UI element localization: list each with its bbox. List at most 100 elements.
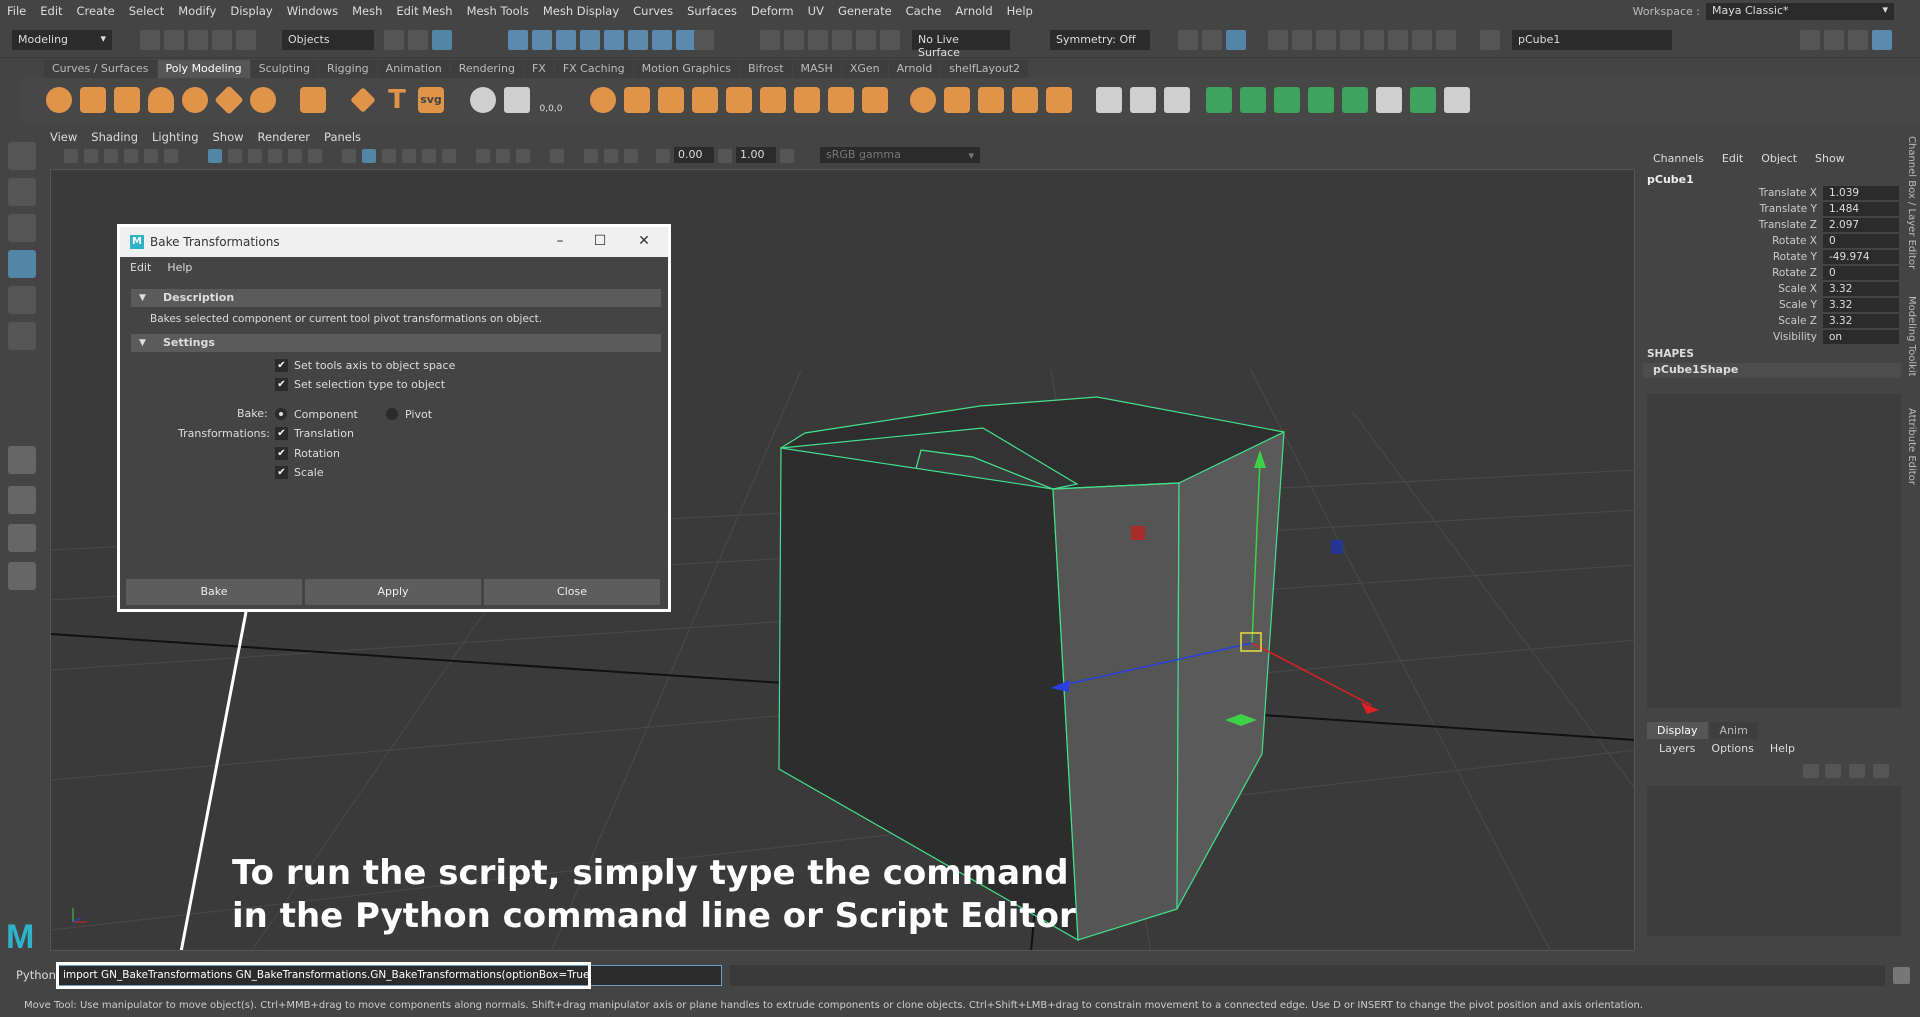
shelf-tab-arnold[interactable]: Arnold — [888, 60, 941, 78]
fill-hole-icon[interactable] — [1012, 87, 1038, 113]
description-frame-header[interactable]: Description — [131, 289, 661, 307]
text-icon[interactable]: T — [384, 87, 410, 113]
new-layer-from-selection-icon[interactable] — [1873, 764, 1889, 778]
shelf-tab-mash[interactable]: MASH — [792, 60, 841, 78]
render-view-icon[interactable] — [1268, 30, 1288, 50]
attr-name[interactable]: Rotate X — [1772, 235, 1817, 247]
xray-components-icon[interactable] — [624, 149, 638, 163]
bevel-icon[interactable] — [944, 87, 970, 113]
mirror-icon[interactable] — [504, 87, 530, 113]
attr-name[interactable]: Scale Z — [1778, 315, 1817, 327]
output-ops-icon[interactable] — [1202, 30, 1222, 50]
xray-joints-icon[interactable] — [604, 149, 618, 163]
image-plane-icon[interactable] — [124, 149, 138, 163]
two-d-pan-icon[interactable] — [144, 149, 158, 163]
side-tab-channel-box[interactable]: Channel Box / Layer Editor — [1906, 136, 1917, 269]
shelf-tab-motion-graphics[interactable]: Motion Graphics — [633, 60, 739, 78]
shelf-tab-fx-caching[interactable]: FX Caching — [554, 60, 633, 78]
retopo-icon[interactable] — [828, 87, 854, 113]
insert-edge-loop-icon[interactable] — [1130, 87, 1156, 113]
spherical-uv-icon[interactable] — [1274, 87, 1300, 113]
select-by-handle-icon[interactable] — [508, 30, 528, 50]
gate-mask-icon[interactable] — [268, 149, 282, 163]
select-hierarchy-icon[interactable] — [384, 30, 404, 50]
channel-box-icon[interactable] — [1872, 30, 1892, 50]
select-by-misc-icon[interactable] — [676, 30, 696, 50]
select-by-render-icon[interactable] — [652, 30, 672, 50]
menu-arnold[interactable]: Arnold — [948, 4, 999, 18]
poly-cylinder-icon[interactable] — [114, 87, 140, 113]
select-by-deformation-icon[interactable] — [604, 30, 624, 50]
color-space-dropdown[interactable]: sRGB gamma — [820, 147, 980, 163]
shelf-tab-shelflayout2[interactable]: shelfLayout2 — [941, 60, 1029, 78]
command-input-text[interactable]: import GN_BakeTransformations GN_BakeTra… — [56, 962, 591, 989]
wireframe-icon[interactable] — [342, 149, 356, 163]
tool-settings-icon[interactable] — [1848, 30, 1868, 50]
menu-mesh[interactable]: Mesh — [345, 4, 389, 18]
uv-editor-icon[interactable] — [1410, 87, 1436, 113]
rotate-tool-icon[interactable] — [8, 286, 36, 314]
bake-component-radio[interactable] — [275, 408, 287, 420]
lock-icon[interactable] — [694, 30, 714, 50]
multi-cut-icon[interactable] — [1096, 87, 1122, 113]
close-icon[interactable]: ✕ — [634, 231, 654, 251]
poly-sphere-icon[interactable] — [46, 87, 72, 113]
viewport-menu-panels[interactable]: Panels — [324, 130, 361, 148]
command-language-label[interactable]: Python — [16, 968, 56, 982]
persp-outliner-layout-icon[interactable] — [8, 524, 36, 552]
cb-menu-channels[interactable]: Channels — [1653, 152, 1704, 165]
boolean-icon[interactable] — [692, 87, 718, 113]
object-name-field[interactable]: pCube1 — [1512, 30, 1672, 50]
le-menu-options[interactable]: Options — [1711, 742, 1753, 755]
attr-value[interactable]: 1.484 — [1823, 202, 1899, 216]
extrude-icon[interactable] — [910, 87, 936, 113]
menu-mesh-display[interactable]: Mesh Display — [536, 4, 626, 18]
scale-checkbox[interactable]: ✔ — [275, 466, 288, 479]
shelf-tab-xgen[interactable]: XGen — [841, 60, 888, 78]
menu-uv[interactable]: UV — [801, 4, 831, 18]
ipr-render-icon[interactable] — [1316, 30, 1336, 50]
offset-edge-loop-icon[interactable] — [1164, 87, 1190, 113]
uv-toolkit-icon[interactable] — [1444, 87, 1470, 113]
attr-name[interactable]: Rotate Z — [1772, 267, 1817, 279]
safe-action-icon[interactable] — [308, 149, 322, 163]
sidebar-toggle-icon[interactable] — [1480, 30, 1500, 50]
attr-name[interactable]: Scale Y — [1779, 299, 1817, 311]
menu-deform[interactable]: Deform — [744, 4, 801, 18]
screen-space-ao-icon[interactable] — [476, 149, 490, 163]
translation-checkbox[interactable]: ✔ — [275, 427, 288, 440]
snap-projected-icon[interactable] — [832, 30, 852, 50]
workspace-dropdown[interactable]: Maya Classic* — [1706, 3, 1894, 20]
super-shape-icon[interactable] — [350, 87, 376, 113]
make-live-icon[interactable] — [880, 30, 900, 50]
bookmark-icon[interactable] — [104, 149, 118, 163]
automatic-uv-icon[interactable] — [1308, 87, 1334, 113]
merge-icon[interactable] — [1046, 87, 1072, 113]
minimize-icon[interactable]: – — [550, 231, 570, 251]
single-perspective-layout-icon[interactable] — [8, 446, 36, 474]
shelf-tab-animation[interactable]: Animation — [377, 60, 450, 78]
field-chart-icon[interactable] — [288, 149, 302, 163]
camera-select-icon[interactable] — [64, 149, 78, 163]
rotation-checkbox[interactable]: ✔ — [275, 447, 288, 460]
attr-name[interactable]: Visibility — [1773, 331, 1817, 343]
channel-box-object-name[interactable]: pCube1 — [1647, 173, 1694, 186]
resolution-gate-icon[interactable] — [248, 149, 262, 163]
sweep-mesh-icon[interactable] — [470, 87, 496, 113]
arnold-render-icon[interactable] — [1388, 30, 1408, 50]
attr-name[interactable]: Translate Z — [1759, 219, 1817, 231]
bridge-icon[interactable] — [862, 87, 888, 113]
scale-tool-icon[interactable] — [8, 322, 36, 350]
select-by-surface-icon[interactable] — [580, 30, 600, 50]
tab-anim[interactable]: Anim — [1709, 722, 1758, 739]
reduce-icon[interactable] — [760, 87, 786, 113]
select-object-icon[interactable] — [408, 30, 428, 50]
smooth-shade-icon[interactable] — [362, 149, 376, 163]
new-empty-layer-icon[interactable] — [1849, 764, 1865, 778]
cb-menu-object[interactable]: Object — [1761, 152, 1797, 165]
attr-value[interactable]: 2.097 — [1823, 218, 1899, 232]
side-tab-modeling-toolkit[interactable]: Modeling Toolkit — [1906, 296, 1917, 377]
color-management-icon[interactable] — [780, 149, 794, 163]
tab-display[interactable]: Display — [1647, 722, 1708, 739]
camera-attributes-icon[interactable] — [84, 149, 98, 163]
